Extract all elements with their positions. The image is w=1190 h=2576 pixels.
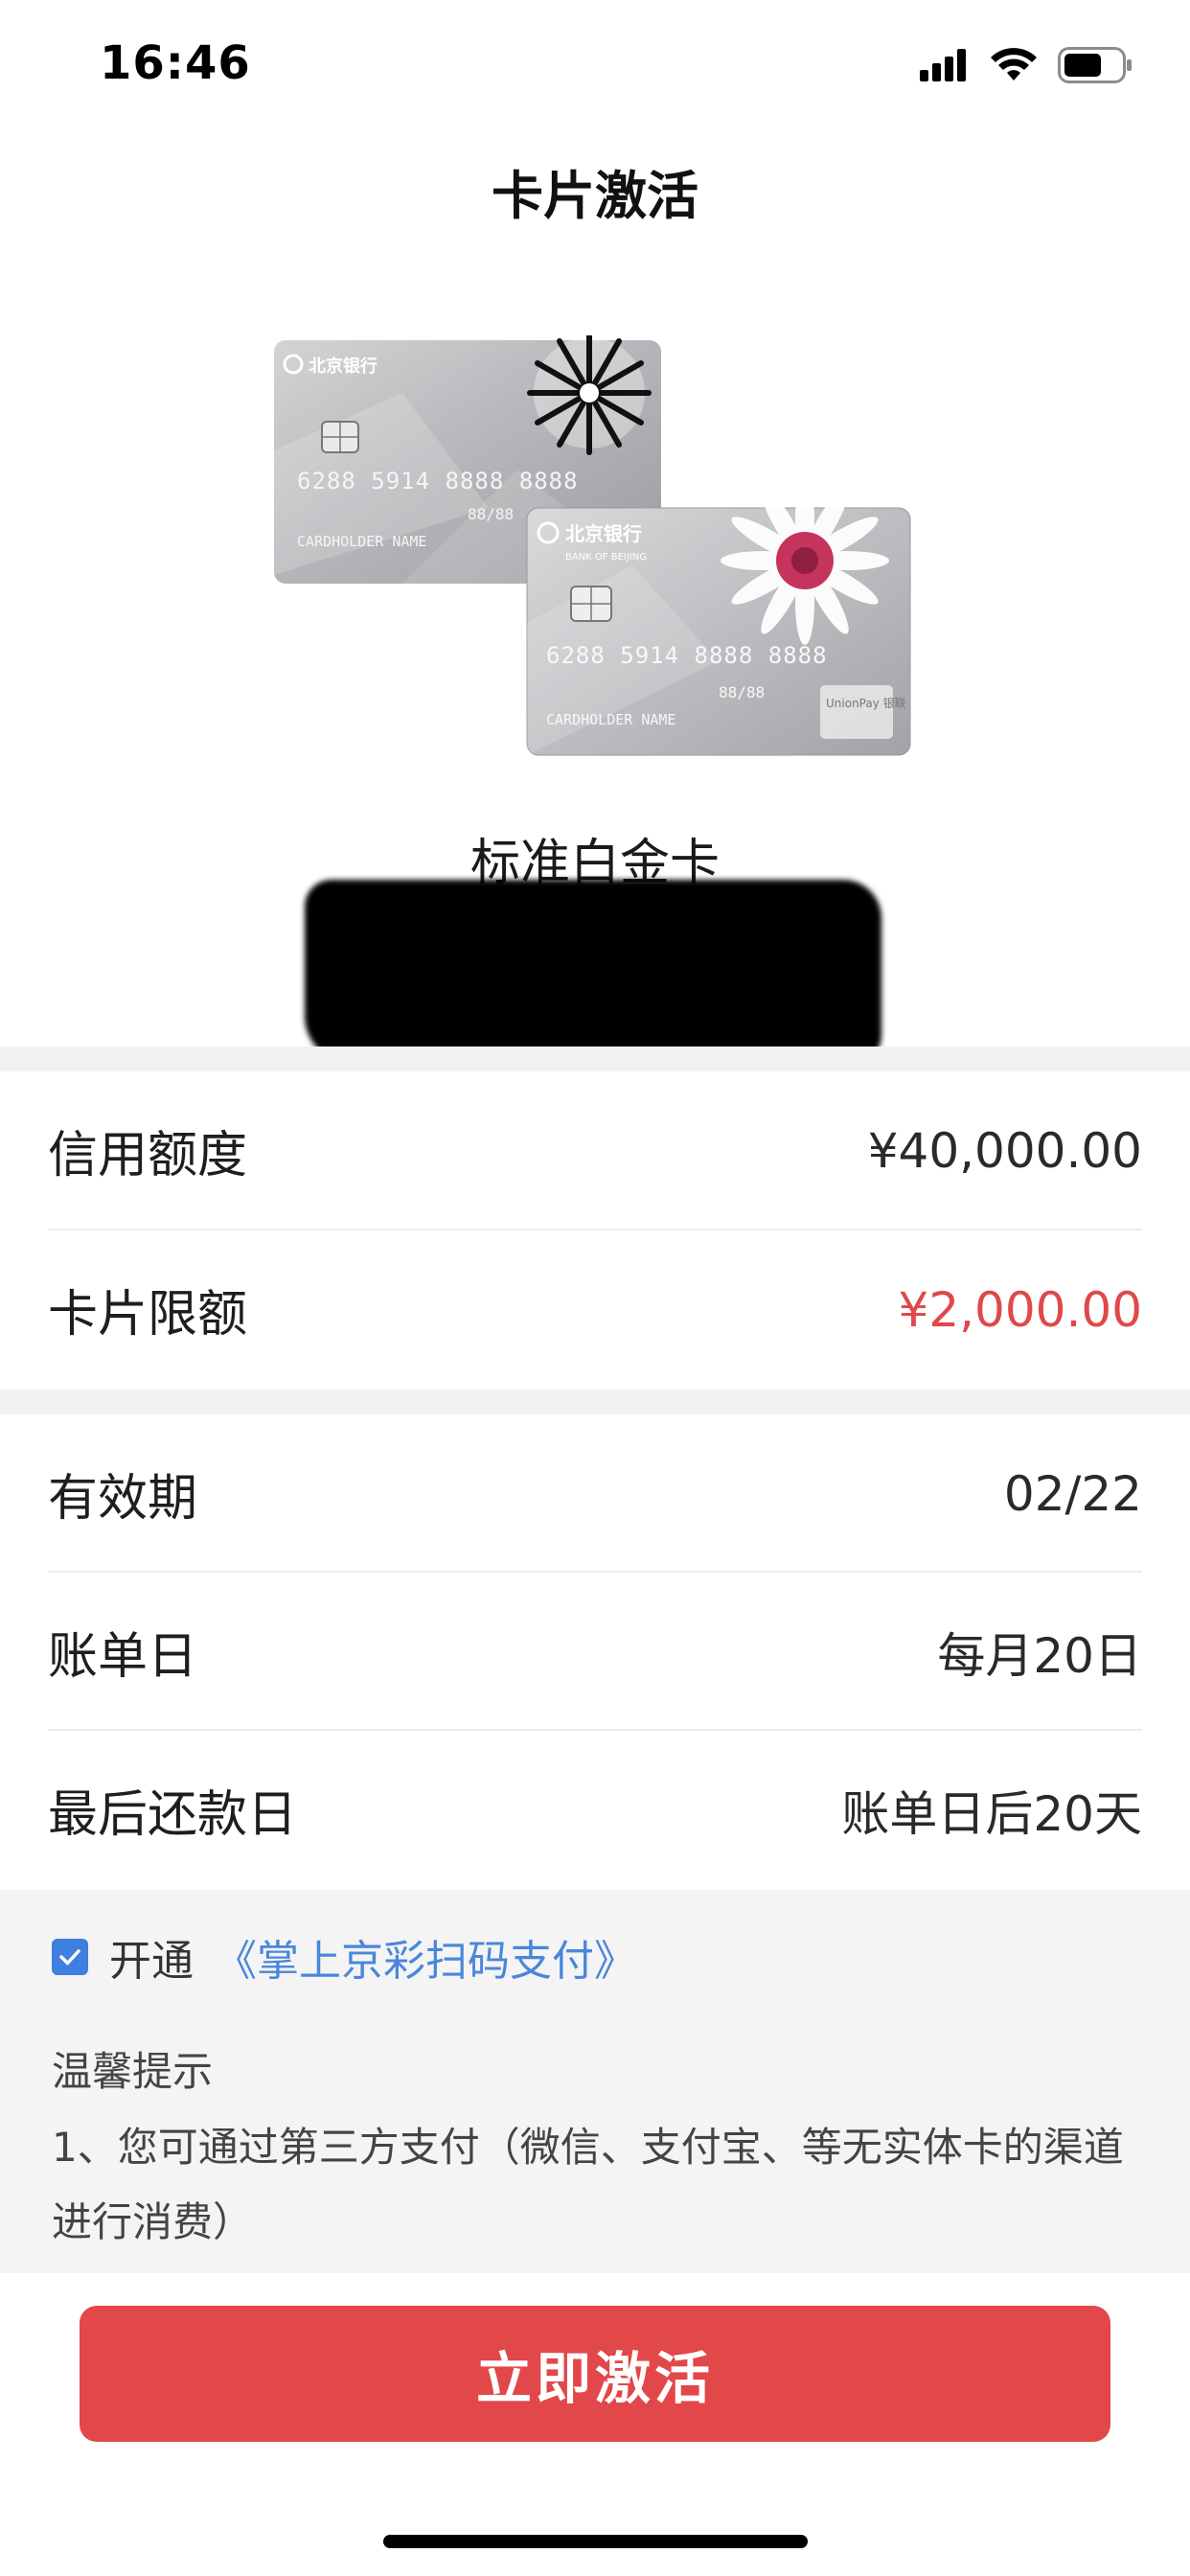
row-label: 账单日 — [48, 1628, 198, 1686]
row-card-limit: 卡片限额 ¥2,000.00 — [48, 1230, 1142, 1389]
row-label: 信用额度 — [48, 1127, 248, 1184]
svg-text:CARDHOLDER NAME: CARDHOLDER NAME — [297, 533, 426, 550]
svg-text:UnionPay 银联: UnionPay 银联 — [826, 697, 906, 710]
page-title: 卡片激活 — [492, 166, 698, 226]
status-bar: 16:46 — [0, 0, 1190, 126]
svg-text:CARDHOLDER NAME: CARDHOLDER NAME — [546, 711, 675, 728]
row-value: 02/22 — [1003, 1465, 1142, 1522]
row-credit-limit: 信用额度 ¥40,000.00 — [48, 1071, 1142, 1230]
info-area: 开通 《掌上京彩扫码支付》 温馨提示 1、您可通过第三方支付（微信、支付宝、等无… — [0, 1890, 1190, 2273]
status-icons — [920, 46, 1133, 84]
tips-body: 1、您可通过第三方支付（微信、支付宝、等无实体卡的渠道进行消费） — [52, 2124, 1124, 2245]
front-card: 北京银行 BANK OF BEIJING 6288 5914 8888 8888… — [526, 476, 911, 756]
row-value: 每月20日 — [937, 1627, 1142, 1684]
svg-text:BANK OF BEIJING: BANK OF BEIJING — [565, 552, 647, 563]
wifi-icon — [991, 48, 1037, 80]
tips-title: 温馨提示 — [52, 2048, 214, 2095]
battery-icon — [1058, 47, 1132, 83]
row-value: ¥40,000.00 — [867, 1122, 1142, 1179]
agreement-prefix: 开通 — [109, 1937, 194, 1986]
svg-text:6288 5914 8888 8888: 6288 5914 8888 8888 — [297, 468, 579, 494]
signal-icon — [920, 49, 966, 81]
row-label: 有效期 — [48, 1470, 198, 1528]
section-separator — [0, 1046, 1190, 1071]
svg-text:88/88: 88/88 — [719, 683, 765, 702]
card-activation-screen: 16:46 卡片激活 北京银行 6288 5914 8888 8888 88/8… — [0, 0, 1190, 2576]
activate-button[interactable]: 立即激活 — [80, 2306, 1110, 2442]
svg-text:6288 5914 8888 8888: 6288 5914 8888 8888 — [546, 642, 828, 669]
svg-text:88/88: 88/88 — [468, 505, 514, 523]
check-icon — [59, 1949, 80, 1966]
section-separator — [0, 1390, 1190, 1414]
row-value: ¥2,000.00 — [898, 1281, 1142, 1338]
row-value: 账单日后20天 — [841, 1785, 1142, 1842]
row-statement-day: 账单日 每月20日 — [48, 1573, 1142, 1731]
bottom-action-bar: 立即激活 — [0, 2273, 1190, 2576]
svg-text:北京银行: 北京银行 — [309, 356, 378, 377]
row-label: 卡片限额 — [48, 1286, 248, 1344]
card-image: 北京银行 6288 5914 8888 8888 88/88 CARDHOLDE… — [268, 331, 920, 767]
agreement-row: 开通 《掌上京彩扫码支付》 — [52, 1926, 636, 1988]
agreement-link[interactable]: 《掌上京彩扫码支付》 — [215, 1926, 636, 1988]
row-expiry: 有效期 02/22 — [48, 1414, 1142, 1573]
row-due-day: 最后还款日 账单日后20天 — [48, 1731, 1142, 1889]
row-label: 最后还款日 — [48, 1786, 298, 1844]
status-time: 16:46 — [100, 36, 251, 90]
home-indicator — [383, 2535, 808, 2548]
redacted-area — [305, 880, 881, 1064]
svg-text:北京银行: 北京银行 — [565, 522, 642, 545]
agreement-checkbox[interactable] — [52, 1939, 88, 1975]
